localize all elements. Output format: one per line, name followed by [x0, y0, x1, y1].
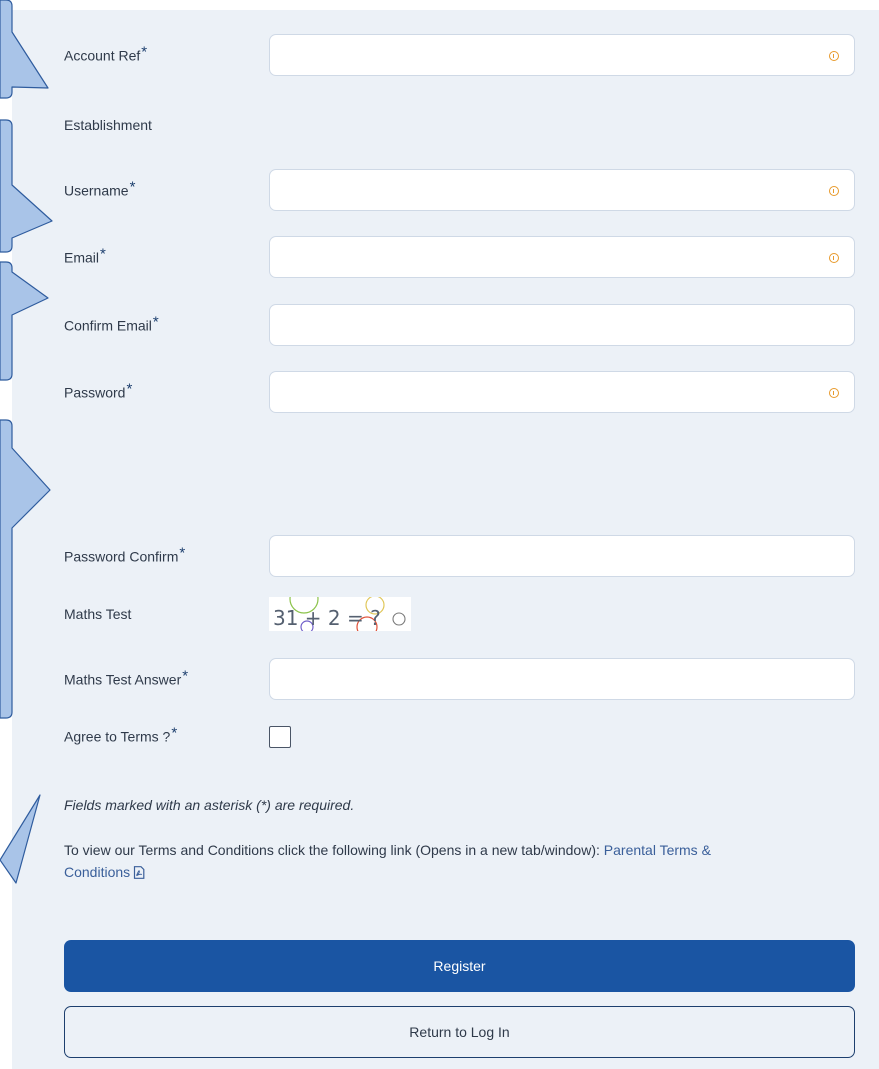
confirm-email-label: Confirm Email*	[64, 313, 159, 334]
username-input[interactable]	[269, 169, 855, 211]
info-circle-icon	[829, 186, 839, 196]
password-confirm-label: Password Confirm*	[64, 544, 186, 565]
username-label: Username*	[64, 178, 136, 199]
info-circle-icon	[829, 388, 839, 398]
agree-terms-checkbox[interactable]	[269, 726, 291, 748]
account-ref-row: Account Ref*	[64, 34, 855, 78]
username-row: Username*	[64, 169, 855, 213]
account-ref-label: Account Ref*	[64, 43, 148, 64]
password-input[interactable]	[269, 371, 855, 413]
email-input[interactable]	[269, 236, 855, 278]
email-label: Email*	[64, 245, 106, 266]
account-ref-input[interactable]	[269, 34, 855, 76]
password-row: Password*	[64, 371, 855, 415]
captcha-image: 31 + 2 = ?	[269, 597, 411, 631]
maths-test-row: Maths Test 31 + 2 = ?	[64, 592, 855, 636]
maths-answer-label: Maths Test Answer*	[64, 667, 189, 688]
pdf-file-icon	[133, 863, 145, 885]
required-note: Fields marked with an asterisk (*) are r…	[64, 797, 355, 813]
terms-paragraph: To view our Terms and Conditions click t…	[64, 839, 855, 885]
agree-terms-label: Agree to Terms ?*	[64, 724, 178, 745]
return-to-login-button[interactable]: Return to Log In	[64, 1006, 855, 1058]
register-button[interactable]: Register	[64, 940, 855, 992]
password-label: Password*	[64, 380, 133, 401]
confirm-email-input[interactable]	[269, 304, 855, 346]
info-circle-icon	[829, 253, 839, 263]
captcha-text: 31 + 2 = ?	[273, 606, 381, 630]
password-confirm-row: Password Confirm*	[64, 535, 855, 579]
info-circle-icon	[829, 51, 839, 61]
agree-terms-row: Agree to Terms ?*	[64, 715, 855, 759]
email-row: Email*	[64, 236, 855, 280]
maths-answer-row: Maths Test Answer*	[64, 658, 855, 702]
establishment-label: Establishment	[64, 117, 152, 133]
maths-test-label: Maths Test	[64, 606, 132, 622]
terms-text: To view our Terms and Conditions click t…	[64, 842, 600, 858]
password-confirm-input[interactable]	[269, 535, 855, 577]
maths-answer-input[interactable]	[269, 658, 855, 700]
confirm-email-row: Confirm Email*	[64, 304, 855, 348]
establishment-row: Establishment	[64, 103, 855, 147]
